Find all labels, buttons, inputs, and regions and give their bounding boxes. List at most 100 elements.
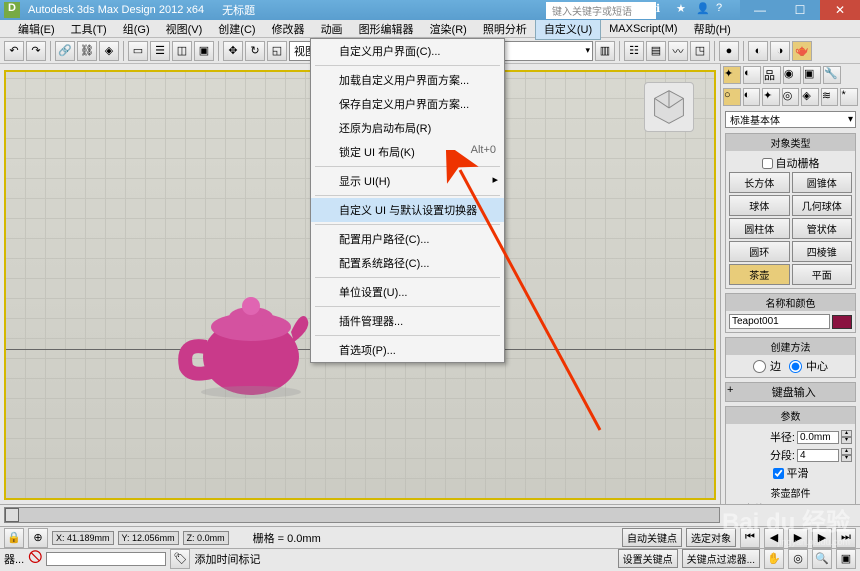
rotate-button[interactable]: ↻ (245, 41, 265, 61)
btn-plane[interactable]: 平面 (792, 264, 853, 285)
undo-button[interactable]: ↶ (4, 41, 24, 61)
menu-grapheditors[interactable]: 图形编辑器 (351, 19, 422, 39)
btn-geosphere[interactable]: 几何球体 (792, 195, 853, 216)
create-method-header[interactable]: 创建方法 (726, 338, 855, 355)
cat-systems[interactable]: * (840, 88, 858, 106)
time-slider[interactable] (4, 507, 720, 523)
btn-teapot[interactable]: 茶壶 (729, 264, 790, 285)
radio-edge[interactable] (753, 360, 766, 373)
dm-load-scheme[interactable]: 加载自定义用户界面方案... (311, 68, 504, 92)
menu-group[interactable]: 组(G) (115, 19, 158, 39)
btn-box[interactable]: 长方体 (729, 172, 790, 193)
mirror-button[interactable]: ▥ (595, 41, 615, 61)
layer-button[interactable]: ▤ (646, 41, 666, 61)
cat-shapes[interactable]: ◐ (743, 88, 761, 106)
dm-save-scheme[interactable]: 保存自定义用户界面方案... (311, 92, 504, 116)
object-color-swatch[interactable] (832, 315, 852, 329)
viewcube[interactable] (644, 82, 694, 132)
btn-cylinder[interactable]: 圆柱体 (729, 218, 790, 239)
menu-help[interactable]: 帮助(H) (686, 19, 739, 39)
menu-edit[interactable]: 编辑(E) (10, 19, 63, 39)
tab-motion[interactable]: ◉ (783, 66, 801, 84)
menu-animation[interactable]: 动画 (313, 19, 351, 39)
dm-units[interactable]: 单位设置(U)... (311, 280, 504, 304)
nav-pan-button[interactable]: ✋ (764, 549, 784, 569)
minimize-button[interactable]: — (740, 0, 780, 20)
cat-lights[interactable]: ✦ (762, 88, 780, 106)
render-setup-button[interactable]: ◐ (748, 41, 768, 61)
help-icon[interactable]: ? (716, 2, 730, 16)
keyfilter-button[interactable]: 关键点过滤器... (682, 549, 760, 568)
menu-rendering[interactable]: 渲染(R) (422, 19, 475, 39)
dm-user-paths[interactable]: 配置用户路径(C)... (311, 227, 504, 251)
btn-sphere[interactable]: 球体 (729, 195, 790, 216)
tab-create[interactable]: ✦ (723, 66, 741, 84)
name-color-header[interactable]: 名称和颜色 (726, 294, 855, 311)
keyboard-input-header[interactable]: +键盘输入 (726, 383, 855, 401)
redo-button[interactable]: ↷ (26, 41, 46, 61)
tag-button[interactable]: 🏷 (170, 549, 190, 569)
btn-tube[interactable]: 管状体 (792, 218, 853, 239)
btn-pyramid[interactable]: 四棱锥 (792, 241, 853, 262)
menu-views[interactable]: 视图(V) (158, 19, 211, 39)
radius-down[interactable]: ▾ (841, 437, 852, 444)
y-coord[interactable]: Y: 12.056mm (118, 531, 179, 545)
cat-spacewarps[interactable]: ≋ (821, 88, 839, 106)
tab-display[interactable]: ▣ (803, 66, 821, 84)
select-name-button[interactable]: ☰ (150, 41, 170, 61)
play-start-button[interactable]: ⏮ (740, 528, 760, 548)
unlink-button[interactable]: ⛓ (77, 41, 97, 61)
selobj-button[interactable]: 选定对象 (686, 528, 736, 547)
prompt-box[interactable] (46, 552, 166, 566)
time-marker[interactable] (5, 508, 19, 522)
btn-torus[interactable]: 圆环 (729, 241, 790, 262)
btn-cone[interactable]: 圆锥体 (792, 172, 853, 193)
dm-system-paths[interactable]: 配置系统路径(C)... (311, 251, 504, 275)
dm-show-ui[interactable]: 显示 UI(H) (311, 169, 504, 193)
setkey-button[interactable]: 设置关键点 (618, 549, 678, 568)
z-coord[interactable]: Z: 0.0mm (183, 531, 229, 545)
autogrid-checkbox[interactable] (762, 158, 773, 169)
cat-geometry[interactable]: ○ (723, 88, 741, 106)
smooth-checkbox[interactable] (773, 468, 784, 479)
menu-create[interactable]: 创建(C) (210, 19, 263, 39)
render-button[interactable]: 🫖 (792, 41, 812, 61)
scale-button[interactable]: ◱ (267, 41, 287, 61)
search-box[interactable]: 键入关键字或短语 (546, 2, 656, 19)
curve-editor-button[interactable]: 〰 (668, 41, 688, 61)
filter-button[interactable]: ▣ (194, 41, 214, 61)
radius-input[interactable] (797, 431, 839, 444)
material-button[interactable]: ● (719, 41, 739, 61)
render-frame-button[interactable]: ◑ (770, 41, 790, 61)
nav-max-button[interactable]: ▣ (836, 549, 856, 569)
person-icon[interactable]: 👤 (696, 2, 710, 16)
maximize-button[interactable]: ☐ (780, 0, 820, 20)
segments-down[interactable]: ▾ (841, 455, 852, 462)
select-region-button[interactable]: ◫ (172, 41, 192, 61)
dm-preferences[interactable]: 首选项(P)... (311, 338, 504, 362)
object-name-input[interactable] (729, 314, 830, 329)
menu-modifiers[interactable]: 修改器 (264, 19, 313, 39)
menu-lighting[interactable]: 照明分析 (475, 19, 535, 39)
dm-revert-layout[interactable]: 还原为启动布局(R) (311, 116, 504, 140)
link-button[interactable]: 🔗 (55, 41, 75, 61)
primitive-category-dropdown[interactable]: 标准基本体 (725, 111, 856, 128)
dm-custom-ui[interactable]: 自定义用户界面(C)... (311, 39, 504, 63)
lock-button[interactable]: 🔒 (4, 528, 24, 548)
autokey-button[interactable]: 自动关键点 (622, 528, 682, 547)
bind-button[interactable]: ◈ (99, 41, 119, 61)
params-header[interactable]: 参数 (726, 407, 855, 424)
addmarker-label[interactable]: 添加时间标记 (194, 551, 260, 567)
radius-up[interactable]: ▴ (841, 430, 852, 437)
dm-plugin-mgr[interactable]: 插件管理器... (311, 309, 504, 333)
teapot-object[interactable] (176, 272, 316, 402)
favorite-icon[interactable]: ★ (676, 2, 690, 16)
tab-utilities[interactable]: 🔧 (823, 66, 841, 84)
segments-input[interactable] (797, 449, 839, 462)
abs-button[interactable]: ⊕ (28, 528, 48, 548)
menu-tools[interactable]: 工具(T) (63, 19, 115, 39)
radio-center[interactable] (789, 360, 802, 373)
x-coord[interactable]: X: 41.189mm (52, 531, 114, 545)
menu-maxscript[interactable]: MAXScript(M) (601, 21, 685, 37)
info-icon[interactable]: ℹ (656, 2, 670, 16)
